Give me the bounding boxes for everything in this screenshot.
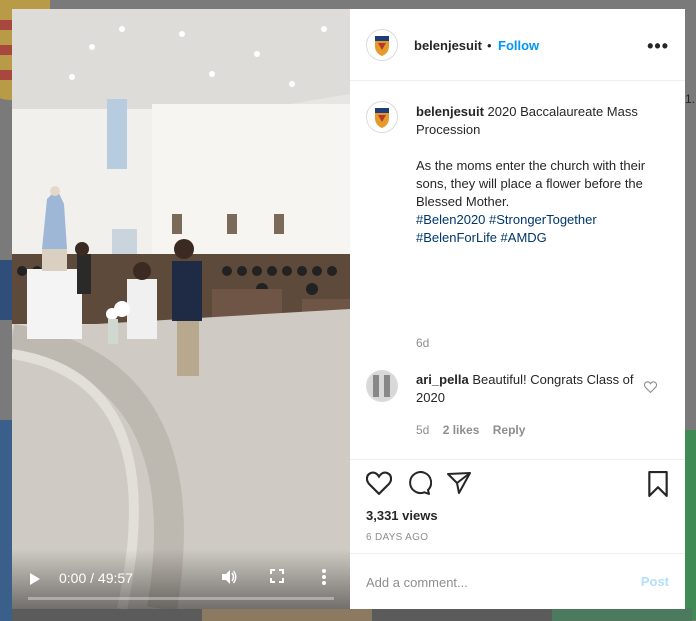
post-timestamp[interactable]: 6 DAYS AGO: [366, 532, 428, 543]
comment-likes[interactable]: 2 likes: [443, 423, 480, 437]
heart-icon[interactable]: [366, 471, 392, 495]
comment-timestamp[interactable]: 5d: [416, 423, 429, 437]
background-thumbnail: [0, 420, 12, 621]
more-vertical-icon[interactable]: [321, 568, 327, 586]
comment-input[interactable]: [366, 572, 616, 592]
caption-timestamp[interactable]: 6d: [416, 336, 429, 350]
comment-username[interactable]: ari_pella: [416, 372, 469, 387]
video-controls: 0:00 / 49:57: [12, 549, 350, 609]
post-panel: belenjesuit • Follow ••• belenjesuit 202…: [350, 9, 685, 609]
avatar[interactable]: [366, 101, 398, 133]
fullscreen-icon[interactable]: [270, 569, 284, 583]
volume-icon[interactable]: [220, 568, 238, 586]
profile-photo: [367, 371, 397, 401]
background-text: 1.: [685, 92, 696, 106]
comment-meta: 5d 2 likes Reply: [416, 423, 535, 437]
video-player[interactable]: 0:00 / 49:57: [12, 9, 350, 609]
caption-body: As the moms enter the church with their …: [416, 158, 646, 209]
video-frame: [12, 9, 350, 609]
separator-dot: •: [487, 38, 492, 53]
background-thumbnail: [0, 260, 12, 320]
post-header: belenjesuit • Follow •••: [350, 9, 685, 81]
bookmark-icon[interactable]: [647, 471, 669, 497]
play-icon[interactable]: [30, 573, 40, 585]
crest-icon: [375, 108, 389, 128]
reply-button[interactable]: Reply: [493, 423, 526, 437]
caption-hashtags[interactable]: #Belen2020 #StrongerTogether #BelenForLi…: [416, 211, 656, 247]
avatar[interactable]: [366, 29, 398, 61]
share-icon[interactable]: [446, 471, 472, 495]
post-username[interactable]: belenjesuit: [414, 38, 482, 53]
video-time: 0:00 / 49:57: [59, 570, 133, 586]
more-options-icon[interactable]: •••: [647, 36, 669, 57]
background-thumbnail: [685, 430, 696, 620]
comment-text: ari_pella Beautiful! Congrats Class of 2…: [416, 371, 636, 407]
background-thumbnail-row: [12, 608, 692, 621]
comments-section: belenjesuit 2020 Baccalaureate Mass Proc…: [350, 81, 685, 461]
post-comment-button[interactable]: Post: [641, 574, 669, 589]
post-actions: 3,331 views 6 DAYS AGO: [350, 459, 685, 549]
add-comment-bar: Post: [350, 553, 685, 609]
caption-text: belenjesuit 2020 Baccalaureate Mass Proc…: [416, 103, 656, 247]
caption-username[interactable]: belenjesuit: [416, 104, 484, 119]
view-count[interactable]: 3,331 views: [366, 508, 438, 523]
comment-heart-icon[interactable]: [644, 381, 657, 393]
avatar[interactable]: [366, 370, 398, 402]
crest-icon: [375, 36, 389, 56]
comment-icon[interactable]: [406, 471, 432, 495]
follow-button[interactable]: Follow: [498, 38, 539, 53]
video-progress-bar[interactable]: [28, 597, 334, 600]
